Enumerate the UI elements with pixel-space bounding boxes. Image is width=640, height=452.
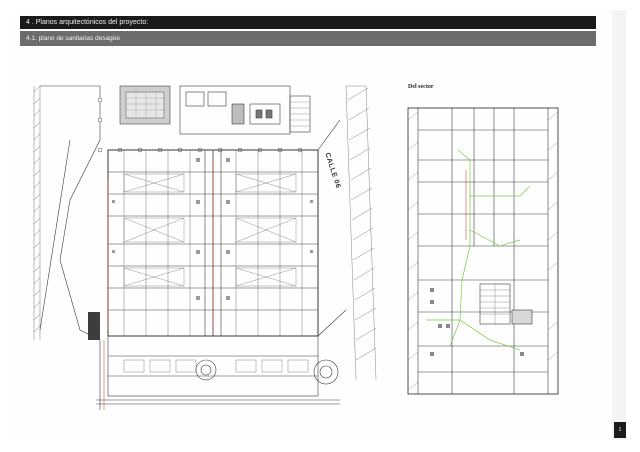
page-number: 1 <box>614 422 626 438</box>
sector-floor-plan <box>407 107 559 395</box>
